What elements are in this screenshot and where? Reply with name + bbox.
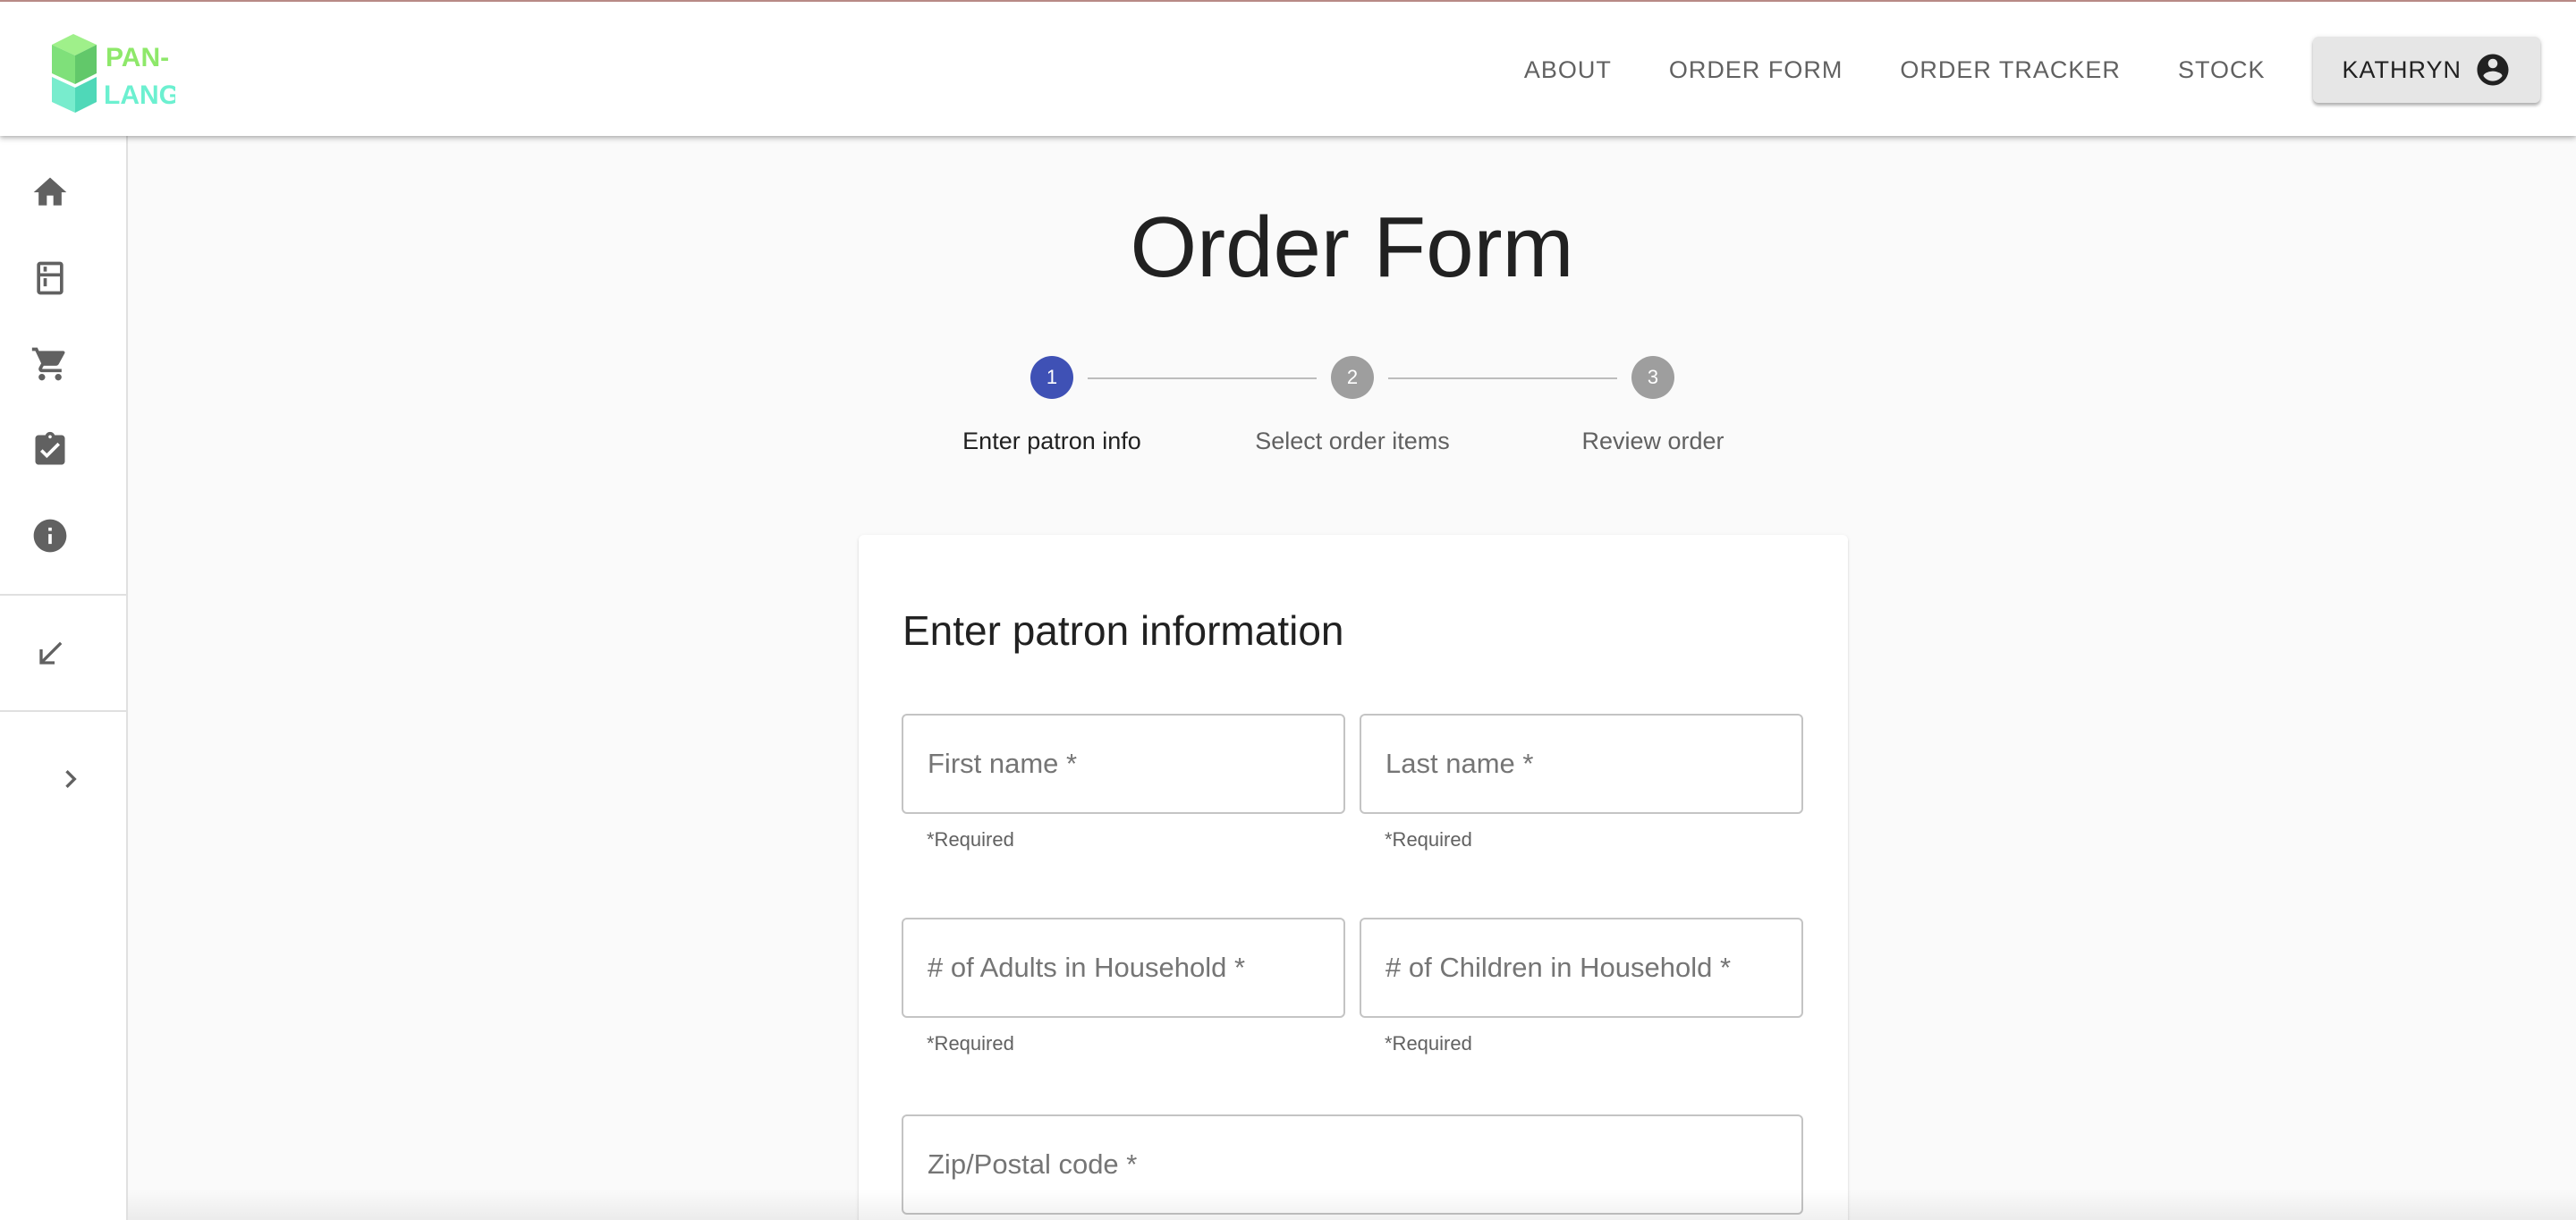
user-name: KATHRYN bbox=[2342, 55, 2462, 83]
step-connector-2 bbox=[1388, 377, 1617, 379]
first-name-helper: *Required bbox=[927, 828, 1014, 851]
logo-text-line1: PAN- bbox=[106, 43, 169, 72]
patron-info-card: Enter patron information First name * *R… bbox=[859, 535, 1848, 1220]
sidebar bbox=[0, 136, 128, 1220]
nav-order-form[interactable]: ORDER FORM bbox=[1640, 56, 1872, 84]
page-title: Order Form bbox=[1130, 199, 1574, 295]
last-name-field[interactable]: Last name * bbox=[1360, 714, 1803, 814]
chevron-right-icon[interactable] bbox=[50, 758, 91, 800]
main-content: Order Form 1 2 3 Enter patron info Selec… bbox=[128, 136, 2576, 1220]
children-placeholder: # of Children in Household * bbox=[1385, 952, 1732, 983]
children-in-household-field[interactable]: # of Children in Household * bbox=[1360, 918, 1803, 1018]
account-circle-icon bbox=[2477, 54, 2509, 86]
step-3-circle[interactable]: 3 bbox=[1631, 356, 1674, 399]
sidebar-divider-2 bbox=[0, 710, 126, 712]
logo-text-line2: LANG bbox=[104, 80, 175, 110]
first-name-placeholder: First name * bbox=[928, 748, 1078, 779]
last-name-helper: *Required bbox=[1385, 828, 1472, 851]
arrow-south-west-icon[interactable] bbox=[30, 633, 71, 674]
step-1-circle[interactable]: 1 bbox=[1030, 356, 1073, 399]
app-bar: PAN- LANG ABOUT ORDER FORM ORDER TRACKER… bbox=[0, 0, 2576, 136]
kitchen-icon[interactable] bbox=[30, 258, 71, 299]
zip-placeholder: Zip/Postal code * bbox=[928, 1148, 1138, 1180]
last-name-placeholder: Last name * bbox=[1385, 748, 1534, 779]
nav-stock[interactable]: STOCK bbox=[2149, 56, 2294, 84]
children-helper: *Required bbox=[1385, 1032, 1472, 1055]
home-icon[interactable] bbox=[30, 172, 71, 213]
form-title: Enter patron information bbox=[902, 607, 1344, 654]
step-1-label: Enter patron info bbox=[962, 428, 1141, 454]
shopping-cart-icon[interactable] bbox=[30, 343, 71, 385]
first-name-field[interactable]: First name * bbox=[902, 714, 1345, 814]
pan-lang-logo[interactable]: PAN- LANG bbox=[50, 29, 180, 114]
sidebar-divider bbox=[0, 594, 126, 596]
top-nav: ABOUT ORDER FORM ORDER TRACKER STOCK KAT… bbox=[1496, 35, 2540, 105]
step-2-circle[interactable]: 2 bbox=[1331, 356, 1374, 399]
order-stepper: 1 2 3 Enter patron info Select order ite… bbox=[128, 356, 2576, 463]
adults-helper: *Required bbox=[927, 1032, 1014, 1055]
info-icon[interactable] bbox=[30, 515, 71, 556]
step-2-label: Select order items bbox=[1255, 428, 1450, 454]
user-menu-button[interactable]: KATHRYN bbox=[2313, 37, 2540, 103]
nav-about[interactable]: ABOUT bbox=[1496, 56, 1640, 84]
assignment-turned-in-icon[interactable] bbox=[30, 429, 71, 470]
zip-postal-code-field[interactable]: Zip/Postal code * bbox=[902, 1114, 1803, 1215]
adults-placeholder: # of Adults in Household * bbox=[928, 952, 1246, 983]
adults-in-household-field[interactable]: # of Adults in Household * bbox=[902, 918, 1345, 1018]
step-connector-1 bbox=[1088, 377, 1317, 379]
nav-order-tracker[interactable]: ORDER TRACKER bbox=[1871, 56, 2149, 84]
step-3-label: Review order bbox=[1581, 428, 1724, 454]
